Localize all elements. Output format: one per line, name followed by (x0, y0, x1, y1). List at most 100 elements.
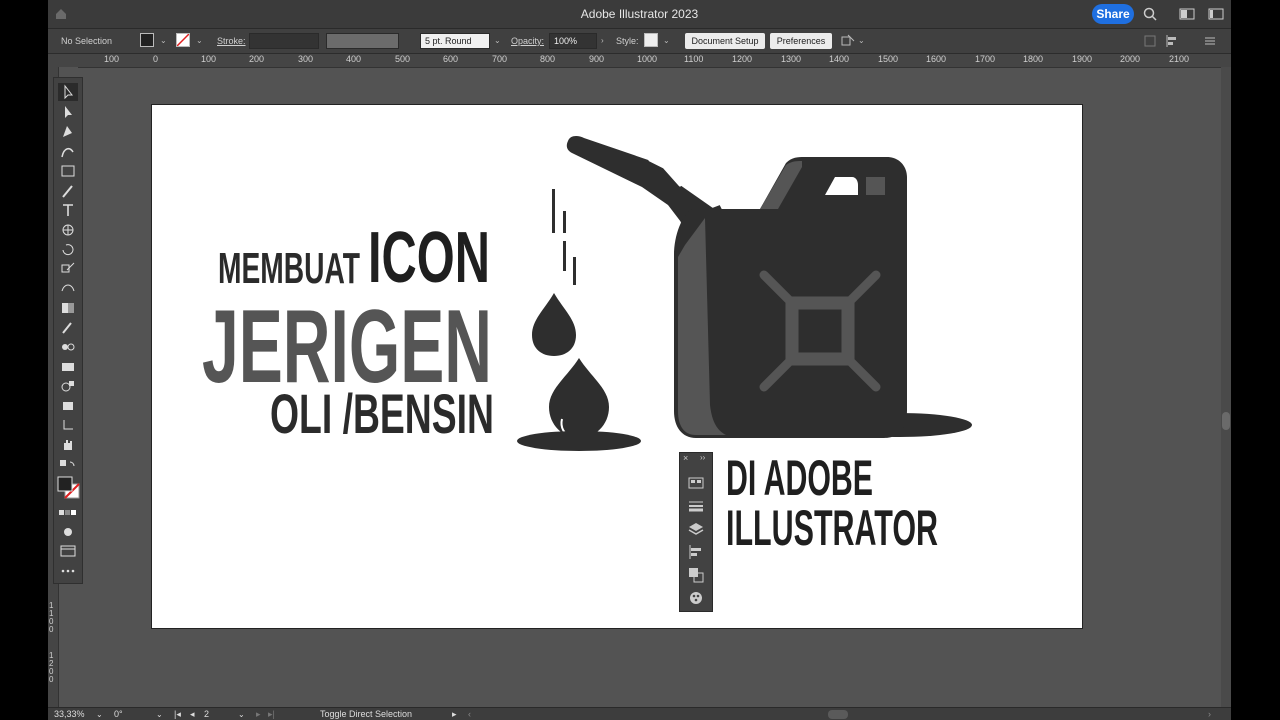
draw-mode-icon[interactable] (58, 523, 78, 541)
stroke-panel-icon[interactable] (688, 498, 704, 514)
graph-tool-icon[interactable] (58, 377, 78, 395)
scroll-right-icon[interactable]: › (1208, 708, 1211, 720)
ruler-tick-label: 1400 (829, 54, 850, 64)
properties-icon[interactable] (688, 475, 704, 491)
default-fill-stroke-icon[interactable] (58, 458, 78, 476)
direct-selection-tool-icon[interactable] (58, 103, 78, 121)
curvature-tool-icon[interactable] (58, 142, 78, 160)
ruler-tick-label: 600 (443, 54, 459, 64)
fill-stroke-swatch-icon[interactable] (57, 476, 81, 500)
zoom-dropdown-icon[interactable]: ⌄ (96, 708, 103, 720)
title-line-oli-bensin: OLI /BENSIN (270, 382, 494, 445)
control-bar: No Selection ⌄ ⌄ Stroke: 5 pt. Round ⌄ O… (48, 29, 1231, 54)
control-panel-menu-icon[interactable] (1203, 34, 1217, 48)
slice-tool-icon[interactable] (58, 416, 78, 434)
ruler-tick-label: 0 (153, 54, 159, 64)
color-themes-icon[interactable] (688, 590, 704, 606)
paintbrush-tool-icon[interactable] (58, 182, 78, 200)
pen-tool-icon[interactable] (58, 122, 78, 140)
stroke-weight-field[interactable] (249, 33, 319, 49)
ruler-tick-label: 2100 (1169, 54, 1190, 64)
document-setup-button[interactable]: Document Setup (685, 33, 765, 49)
selection-tool-icon[interactable] (58, 83, 78, 101)
next-artboard-icon[interactable]: ▸ (256, 708, 261, 720)
layers-icon[interactable] (688, 521, 704, 537)
symbol-sprayer-tool-icon[interactable] (58, 358, 78, 376)
ruler-tick-label: 200 (249, 54, 265, 64)
warp-tool-icon[interactable] (58, 279, 78, 297)
artboard-tool-icon[interactable] (58, 397, 78, 415)
stroke-label[interactable]: Stroke: (217, 29, 246, 53)
last-artboard-icon[interactable]: ▸| (268, 708, 275, 720)
color-mode-icon[interactable] (58, 504, 78, 522)
fill-dropdown-icon[interactable]: ⌄ (160, 29, 167, 53)
status-bar: 33,33% ⌄ 0° ⌄ |◂ ◂ 2 ⌄ ▸ ▸| Toggle Direc… (48, 707, 1231, 720)
gradient-tool-icon[interactable] (58, 299, 78, 317)
artboard[interactable]: MEMBUAT ICON JERIGEN OLI /BENSIN DI ADOB… (151, 104, 1083, 629)
status-menu-arrow-icon[interactable]: ▸ (452, 708, 457, 720)
hand-tool-icon[interactable] (58, 436, 78, 454)
horizontal-ruler[interactable]: 100 0 100 200 300 400 500 600 700 800 90… (78, 54, 1231, 68)
brush-definition-field[interactable]: 5 pt. Round (420, 33, 490, 49)
rotation-dropdown-icon[interactable]: ⌄ (156, 708, 163, 720)
collapsed-panel-dock[interactable]: × ›› (679, 452, 713, 612)
align-panel-icon[interactable] (1165, 34, 1179, 48)
artboard-number[interactable]: 2 (204, 708, 209, 720)
rotate-tool-icon[interactable] (58, 240, 78, 258)
screen-mode-icon[interactable] (58, 542, 78, 560)
scrollbar-thumb[interactable] (1222, 412, 1230, 430)
opacity-arrow-icon[interactable]: › (601, 29, 604, 53)
quick-actions-dropdown-icon[interactable]: ⌄ (858, 29, 865, 53)
status-message: Toggle Direct Selection (320, 709, 413, 719)
title-line-icon: ICON (368, 218, 490, 298)
arrange-documents-icon[interactable] (1179, 7, 1195, 21)
ruler-tick-label: 100 (104, 54, 120, 64)
shaper-tool-icon[interactable] (58, 221, 78, 239)
variable-width-profile[interactable] (326, 33, 399, 49)
zoom-level[interactable]: 33,33% (54, 708, 85, 720)
title-bar: Adobe Illustrator 2023 Share (48, 0, 1231, 29)
align-icon[interactable] (688, 544, 704, 560)
blend-tool-icon[interactable] (58, 338, 78, 356)
ruler-origin[interactable] (48, 54, 78, 67)
ruler-tick-label: 900 (589, 54, 605, 64)
brush-dropdown-icon[interactable]: ⌄ (494, 29, 501, 53)
ruler-tick-label: 1900 (1072, 54, 1093, 64)
expand-panel-icon[interactable]: ›› (700, 453, 705, 462)
ruler-tick-label: 700 (492, 54, 508, 64)
first-artboard-icon[interactable]: |◂ (174, 708, 181, 720)
ruler-tick-label: 1100 (684, 54, 704, 64)
rotation-value[interactable]: 0° (114, 708, 123, 720)
ruler-tick-label: 500 (395, 54, 411, 64)
pathfinder-icon[interactable] (688, 567, 704, 583)
share-button[interactable]: Share (1092, 4, 1134, 24)
vertical-scrollbar[interactable] (1221, 67, 1231, 707)
none-stroke-icon (176, 33, 190, 47)
title-line-membuat: MEMBUAT (218, 244, 360, 293)
stroke-swatch[interactable] (176, 33, 190, 47)
quick-actions-icon[interactable] (841, 34, 855, 48)
rectangle-tool-icon[interactable] (58, 162, 78, 180)
close-panel-icon[interactable]: × (683, 453, 688, 463)
ruler-tick-label: 1700 (975, 54, 996, 64)
stroke-dropdown-icon[interactable]: ⌄ (196, 29, 203, 53)
graphic-style-swatch[interactable] (644, 33, 658, 47)
ruler-tick-label: 1000 (637, 54, 658, 64)
scale-tool-icon[interactable] (58, 260, 78, 278)
artboard-dropdown-icon[interactable]: ⌄ (238, 708, 245, 720)
horizontal-scrollbar-thumb[interactable] (828, 710, 848, 719)
more-tools-icon[interactable] (58, 562, 78, 580)
previous-artboard-icon[interactable]: ◂ (190, 708, 195, 720)
preferences-button[interactable]: Preferences (770, 33, 832, 49)
eyedropper-tool-icon[interactable] (58, 318, 78, 336)
workspace-switcher-icon[interactable] (1208, 7, 1224, 21)
opacity-field[interactable]: 100% (549, 33, 597, 49)
scroll-left-icon[interactable]: ‹ (468, 708, 471, 720)
fill-swatch[interactable] (140, 33, 154, 47)
search-icon[interactable] (1143, 7, 1159, 21)
style-dropdown-icon[interactable]: ⌄ (663, 29, 670, 53)
ruler-tick-label: 1100 (49, 601, 54, 634)
opacity-label[interactable]: Opacity: (511, 29, 544, 53)
type-tool-icon[interactable] (58, 201, 78, 219)
transform-panel-icon[interactable] (1143, 34, 1157, 48)
